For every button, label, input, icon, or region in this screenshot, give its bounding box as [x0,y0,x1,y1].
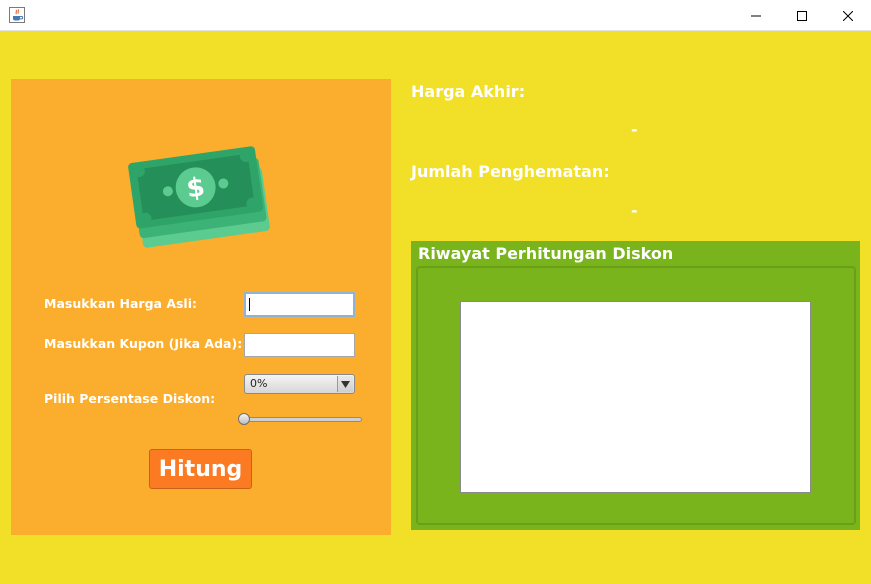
close-button[interactable] [825,0,871,31]
history-textarea[interactable] [460,301,811,493]
text-caret [249,298,250,311]
diskon-dropdown-value: 0% [250,377,268,390]
close-icon [843,10,853,21]
penghematan-label: Jumlah Penghematan: [411,162,610,181]
hitung-button[interactable]: Hitung [149,449,252,489]
harga-akhir-value: - [631,120,638,139]
minimize-button[interactable] [733,0,779,31]
harga-akhir-label: Harga Akhir: [411,82,526,101]
history-title: Riwayat Perhitungan Diskon [418,244,674,263]
history-panel: Riwayat Perhitungan Diskon [411,241,860,530]
input-panel: $ Masukkan Harga Asli: Masukkan Kupon (J… [11,79,391,535]
penghematan-value: - [631,201,638,220]
harga-asli-input[interactable] [244,292,355,317]
chevron-down-icon[interactable] [337,376,353,392]
java-cup-icon[interactable] [9,7,25,23]
diskon-slider-track[interactable] [244,417,362,422]
minimize-icon [751,15,761,16]
persentase-diskon-label: Pilih Persentase Diskon: [44,391,216,406]
diskon-dropdown[interactable]: 0% [244,374,355,394]
maximize-icon [797,10,807,21]
money-bills-icon: $ [128,146,270,248]
window-titlebar [0,0,871,31]
maximize-button[interactable] [779,0,825,31]
diskon-slider-thumb[interactable] [238,413,250,425]
harga-asli-label: Masukkan Harga Asli: [44,296,198,311]
kupon-input[interactable] [244,333,355,357]
kupon-label: Masukkan Kupon (Jika Ada): [44,336,243,351]
